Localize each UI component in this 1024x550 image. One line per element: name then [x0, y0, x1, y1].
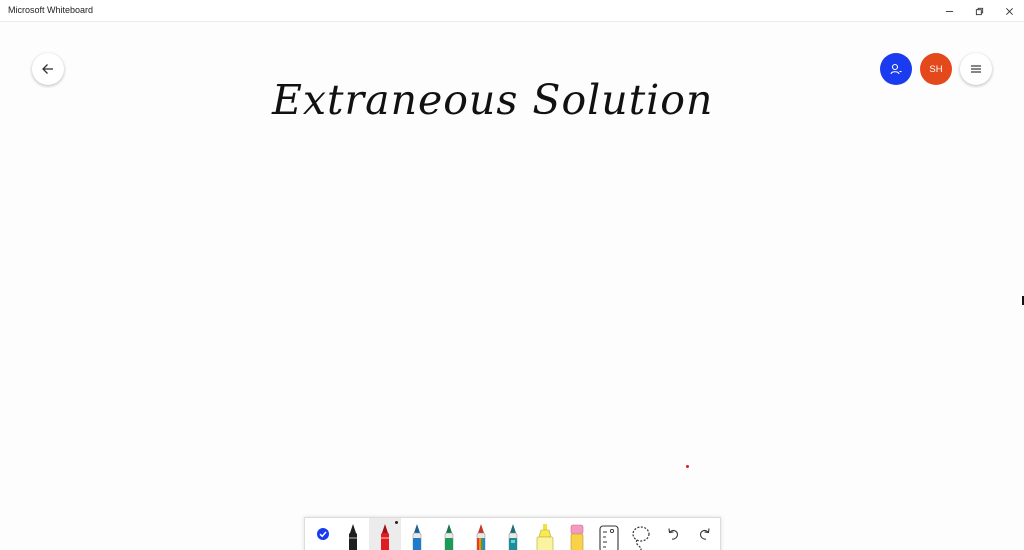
back-button[interactable]: [32, 53, 64, 85]
user-avatar[interactable]: SH: [920, 53, 952, 85]
pen-green-tool[interactable]: [433, 518, 465, 550]
inking-toolbar: [304, 517, 721, 550]
pen-galaxy-icon: [508, 524, 518, 550]
undo-icon: [668, 528, 678, 540]
highlighter-tool[interactable]: [529, 518, 561, 550]
pen-blue-tool[interactable]: [401, 518, 433, 550]
redo-button[interactable]: [689, 518, 721, 550]
title-bar: Microsoft Whiteboard: [0, 0, 1024, 22]
pen-rainbow-tool[interactable]: [465, 518, 497, 550]
restore-button[interactable]: [964, 0, 994, 22]
arrow-left-icon: [42, 64, 53, 74]
lasso-select-tool[interactable]: [625, 518, 657, 550]
pen-blue-icon: [412, 524, 422, 550]
settings-menu-button[interactable]: [960, 53, 992, 85]
eraser-icon: [570, 524, 584, 550]
whiteboard-app: Microsoft Whiteboard SH Extraneous Solut…: [0, 0, 1024, 550]
ruler-icon: [599, 525, 619, 550]
selected-indicator: [395, 521, 398, 524]
ruler-tool[interactable]: [593, 518, 625, 550]
redo-icon: [700, 528, 710, 540]
person-add-icon: [890, 63, 902, 75]
select-toggle-button[interactable]: [307, 518, 339, 550]
hamburger-menu-icon: [971, 65, 981, 73]
minimize-icon: [945, 10, 953, 12]
invite-button[interactable]: [880, 53, 912, 85]
restore-icon: [975, 7, 983, 15]
close-button[interactable]: [994, 0, 1024, 22]
checkmark-icon: [317, 528, 329, 540]
pen-black-icon: [349, 524, 357, 550]
pen-red-icon: [381, 524, 389, 550]
undo-button[interactable]: [657, 518, 689, 550]
pen-rainbow-icon: [476, 524, 486, 550]
highlighter-icon: [536, 524, 554, 550]
close-icon: [1005, 7, 1013, 15]
ink-stroke-dot[interactable]: [686, 465, 689, 468]
eraser-tool[interactable]: [561, 518, 593, 550]
handwritten-title[interactable]: Extraneous Solution: [272, 76, 712, 130]
pen-red-tool[interactable]: [369, 518, 401, 550]
minimize-button[interactable]: [934, 0, 964, 22]
pen-green-icon: [444, 524, 454, 550]
pen-galaxy-tool[interactable]: [497, 518, 529, 550]
pen-black-tool[interactable]: [337, 518, 369, 550]
window-title: Microsoft Whiteboard: [8, 5, 94, 15]
lasso-icon: [632, 526, 650, 550]
